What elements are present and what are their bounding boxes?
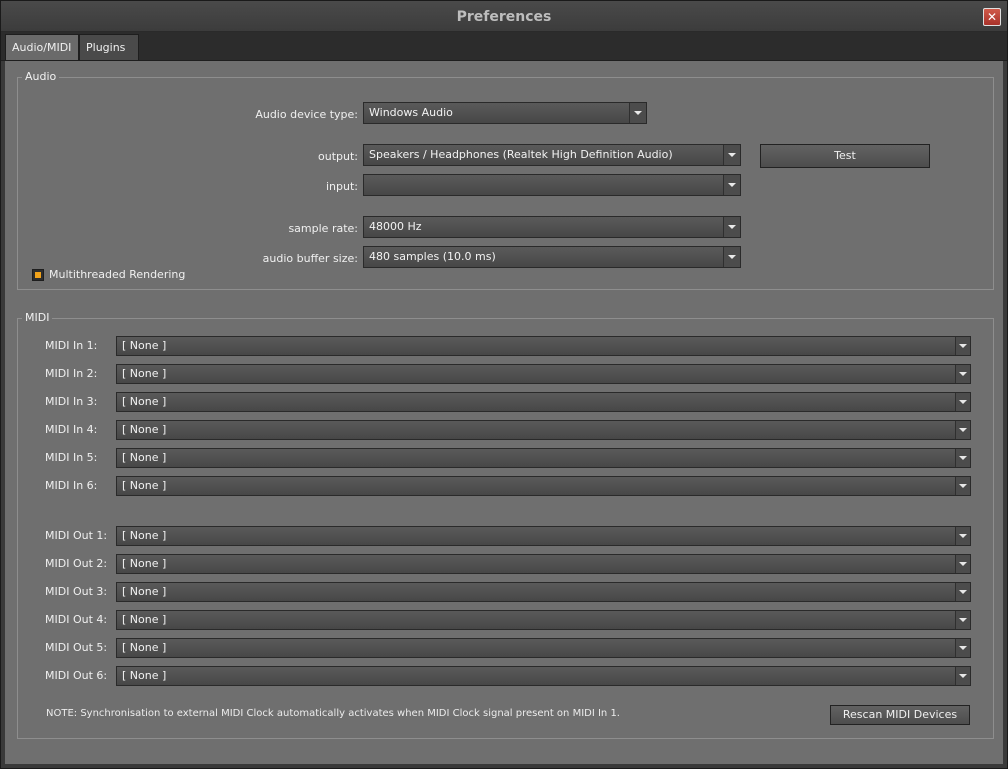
midi-out-6-value: [ None ] — [122, 669, 167, 682]
sample-rate-label: sample rate: — [288, 222, 358, 235]
test-button[interactable]: Test — [760, 144, 930, 168]
tab-content: Audio Audio device type: Windows Audio o… — [5, 61, 1003, 764]
multithreaded-label: Multithreaded Rendering — [49, 268, 186, 281]
midi-out-1-select[interactable]: [ None ] — [116, 526, 971, 546]
midi-out-5-select[interactable]: [ None ] — [116, 638, 971, 658]
chevron-down-icon — [723, 145, 740, 165]
midi-out-6-label: MIDI Out 6: — [45, 669, 108, 682]
input-select[interactable] — [363, 174, 741, 196]
chevron-down-icon — [955, 337, 970, 355]
chevron-down-icon — [955, 555, 970, 573]
midi-in-4-value: [ None ] — [122, 423, 167, 436]
midi-in-4-select[interactable]: [ None ] — [116, 420, 971, 440]
chevron-down-icon — [955, 611, 970, 629]
midi-in-5-label: MIDI In 5: — [45, 451, 98, 464]
buffer-size-value: 480 samples (10.0 ms) — [369, 250, 496, 263]
chevron-down-icon — [955, 365, 970, 383]
midi-in-4-label: MIDI In 4: — [45, 423, 98, 436]
chevron-down-icon — [723, 217, 740, 237]
midi-out-3-value: [ None ] — [122, 585, 167, 598]
midi-out-3-label: MIDI Out 3: — [45, 585, 108, 598]
chevron-down-icon — [955, 583, 970, 601]
midi-out-2-select[interactable]: [ None ] — [116, 554, 971, 574]
midi-out-5-label: MIDI Out 5: — [45, 641, 108, 654]
chevron-down-icon — [955, 527, 970, 545]
midi-out-1-label: MIDI Out 1: — [45, 529, 108, 542]
close-button[interactable]: ✕ — [983, 8, 1001, 26]
chevron-down-icon — [629, 103, 646, 123]
input-label: input: — [325, 180, 358, 193]
midi-out-4-value: [ None ] — [122, 613, 167, 626]
chevron-down-icon — [723, 247, 740, 267]
midi-out-2-value: [ None ] — [122, 557, 167, 570]
checkbox-icon — [35, 272, 41, 278]
midi-in-2-value: [ None ] — [122, 367, 167, 380]
sample-rate-value: 48000 Hz — [369, 220, 422, 233]
tab-plugins[interactable]: Plugins — [79, 34, 139, 60]
midi-group: MIDI MIDI In 1: [ None ] MIDI In 2: [ No… — [17, 311, 994, 739]
midi-out-2-label: MIDI Out 2: — [45, 557, 108, 570]
midi-in-1-label: MIDI In 1: — [45, 339, 98, 352]
rescan-midi-button[interactable]: Rescan MIDI Devices — [830, 705, 970, 725]
midi-out-1-value: [ None ] — [122, 529, 167, 542]
midi-group-label: MIDI — [22, 311, 53, 325]
chevron-down-icon — [955, 667, 970, 685]
midi-in-5-select[interactable]: [ None ] — [116, 448, 971, 468]
output-select[interactable]: Speakers / Headphones (Realtek High Defi… — [363, 144, 741, 166]
midi-in-6-label: MIDI In 6: — [45, 479, 98, 492]
midi-in-1-value: [ None ] — [122, 339, 167, 352]
preferences-window: Preferences ✕ Audio/MIDI Plugins Audio A… — [0, 0, 1008, 769]
chevron-down-icon — [955, 639, 970, 657]
tab-audio-midi[interactable]: Audio/MIDI — [5, 34, 79, 60]
chevron-down-icon — [955, 421, 970, 439]
chevron-down-icon — [955, 449, 970, 467]
device-type-label: Audio device type: — [255, 108, 358, 121]
device-type-value: Windows Audio — [369, 106, 453, 119]
midi-clock-note: NOTE: Synchronisation to external MIDI C… — [46, 708, 620, 719]
midi-in-2-select[interactable]: [ None ] — [116, 364, 971, 384]
midi-in-3-label: MIDI In 3: — [45, 395, 98, 408]
audio-group-label: Audio — [22, 70, 60, 84]
midi-out-3-select[interactable]: [ None ] — [116, 582, 971, 602]
midi-out-4-select[interactable]: [ None ] — [116, 610, 971, 630]
window-title: Preferences — [456, 9, 552, 25]
chevron-down-icon — [723, 175, 740, 195]
midi-in-6-value: [ None ] — [122, 479, 167, 492]
output-label: output: — [318, 150, 358, 163]
audio-group: Audio Audio device type: Windows Audio o… — [17, 70, 994, 290]
title-bar[interactable]: Preferences ✕ — [1, 1, 1007, 32]
midi-in-6-select[interactable]: [ None ] — [116, 476, 971, 496]
midi-in-5-value: [ None ] — [122, 451, 167, 464]
midi-in-3-select[interactable]: [ None ] — [116, 392, 971, 412]
chevron-down-icon — [955, 393, 970, 411]
close-icon: ✕ — [986, 10, 998, 24]
midi-in-2-label: MIDI In 2: — [45, 367, 98, 380]
device-type-select[interactable]: Windows Audio — [363, 102, 647, 124]
buffer-size-select[interactable]: 480 samples (10.0 ms) — [363, 246, 741, 268]
midi-in-3-value: [ None ] — [122, 395, 167, 408]
sample-rate-select[interactable]: 48000 Hz — [363, 216, 741, 238]
buffer-size-label: audio buffer size: — [262, 252, 358, 265]
midi-in-1-select[interactable]: [ None ] — [116, 336, 971, 356]
midi-out-5-value: [ None ] — [122, 641, 167, 654]
tab-bar: Audio/MIDI Plugins — [1, 32, 1007, 61]
output-value: Speakers / Headphones (Realtek High Defi… — [369, 148, 673, 161]
midi-out-4-label: MIDI Out 4: — [45, 613, 108, 626]
midi-out-6-select[interactable]: [ None ] — [116, 666, 971, 686]
multithreaded-checkbox[interactable] — [32, 269, 44, 281]
chevron-down-icon — [955, 477, 970, 495]
